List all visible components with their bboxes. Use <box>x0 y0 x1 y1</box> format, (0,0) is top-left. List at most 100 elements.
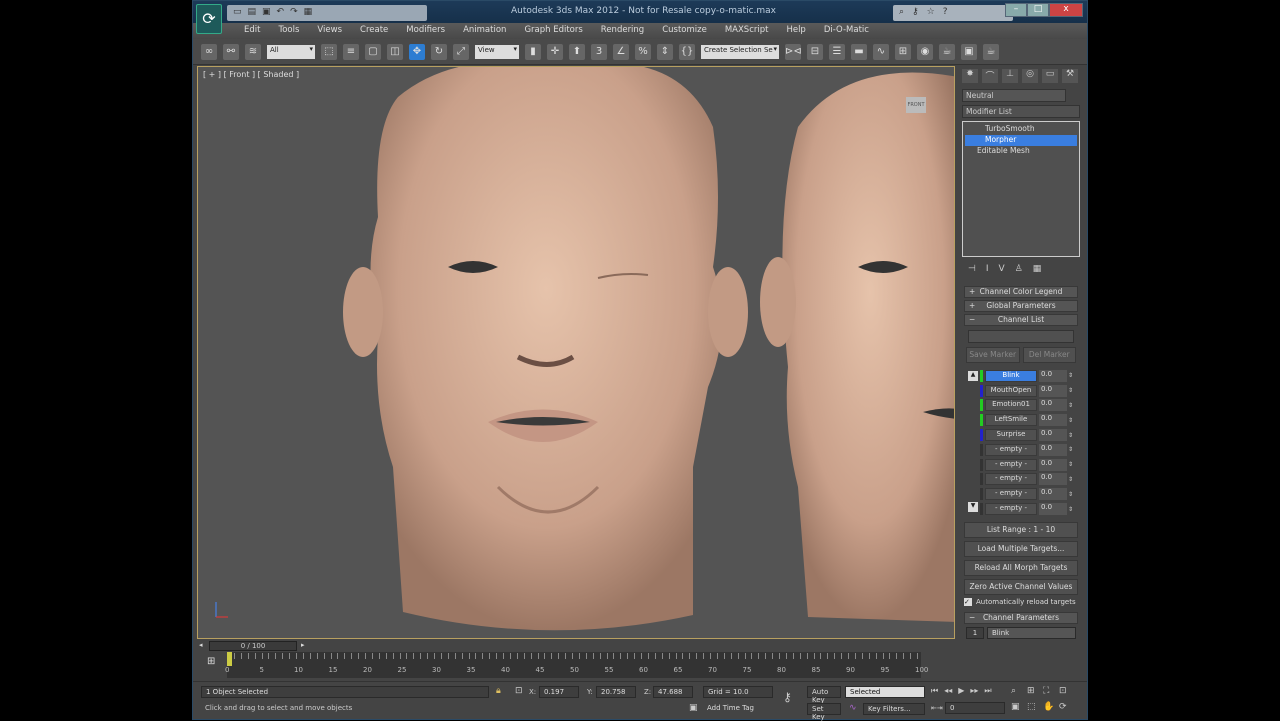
channel-button[interactable]: - empty - <box>985 473 1037 486</box>
reload-all-morph-targets-button[interactable]: Reload All Morph Targets <box>964 559 1078 576</box>
link-icon[interactable]: ∞ <box>201 43 217 60</box>
hierarchy-tab-icon[interactable]: ⊥ <box>1002 69 1018 83</box>
spinner-icon[interactable]: ⇕ <box>1068 446 1074 453</box>
play-icon[interactable]: ▶ <box>958 686 964 696</box>
align-icon[interactable]: ⊟ <box>807 43 823 60</box>
undo-icon[interactable]: ↶ <box>277 7 285 19</box>
modify-tab-icon[interactable]: ⌒ <box>982 69 998 83</box>
project-icon[interactable]: ▦ <box>304 7 313 19</box>
channel-button[interactable]: - empty - <box>985 458 1037 471</box>
time-slider[interactable]: 0 / 100 <box>209 641 297 651</box>
spinner-icon[interactable]: ⇕ <box>1068 402 1074 409</box>
keyboard-shortcut-icon[interactable]: ⬆ <box>569 43 585 60</box>
motion-tab-icon[interactable]: ◎ <box>1022 69 1038 83</box>
layer-manager-icon[interactable]: ☰ <box>829 43 845 60</box>
save-icon[interactable]: ▣ <box>262 7 271 19</box>
channel-value-field[interactable]: 0.0 <box>1039 414 1067 427</box>
channel-value-field[interactable]: 0.0 <box>1039 473 1067 486</box>
marker-dropdown[interactable] <box>968 330 1074 343</box>
ribbon-icon[interactable]: ▬ <box>851 43 867 60</box>
open-icon[interactable]: ▤ <box>248 7 257 19</box>
channel-button[interactable]: - empty - <box>985 443 1037 456</box>
channel-button[interactable]: MouthOpen <box>985 384 1037 397</box>
display-tab-icon[interactable]: ▭ <box>1042 69 1058 83</box>
rollout-channel-color-legend[interactable]: + Channel Color Legend <box>964 286 1078 298</box>
channel-button[interactable]: Emotion01 <box>985 399 1037 412</box>
minimize-button[interactable]: – <box>1005 3 1027 17</box>
channel-value-field[interactable]: 0.0 <box>1039 503 1067 516</box>
set-key-button[interactable]: Set Key <box>807 703 841 721</box>
menu-graph-editors[interactable]: Graph Editors <box>515 23 591 39</box>
binoculars-icon[interactable]: ⌕ <box>899 7 904 19</box>
close-button[interactable]: x <box>1049 3 1083 17</box>
reference-coordinate-dropdown[interactable]: View <box>475 44 519 59</box>
menu-maxscript[interactable]: MAXScript <box>716 23 778 39</box>
zoom-extents-all-icon[interactable]: ⊡ <box>1059 686 1075 696</box>
object-name-field[interactable]: Neutral <box>962 89 1066 102</box>
absolute-mode-icon[interactable]: ⊡ <box>515 686 523 696</box>
spinner-icon[interactable]: ⇕ <box>1068 432 1074 439</box>
orbit-icon[interactable]: ⟳ <box>1059 702 1075 712</box>
snaps-toggle-icon[interactable]: 3 <box>591 43 607 60</box>
menu-edit[interactable]: Edit <box>235 23 269 39</box>
unlink-icon[interactable]: ⚯ <box>223 43 239 60</box>
rollout-channel-parameters[interactable]: − Channel Parameters <box>964 611 1078 624</box>
menu-tools[interactable]: Tools <box>269 23 308 39</box>
scale-icon[interactable]: ⤢ <box>453 43 469 60</box>
lock-icon[interactable]: 🔒︎ <box>496 686 501 696</box>
scroll-up-icon[interactable]: ▲ <box>968 371 978 381</box>
channel-value-field[interactable]: 0.0 <box>1039 429 1067 442</box>
menu-modifiers[interactable]: Modifiers <box>397 23 454 39</box>
menu-animation[interactable]: Animation <box>454 23 515 39</box>
spinner-icon[interactable]: ⇕ <box>1068 372 1074 379</box>
remove-modifier-icon[interactable]: ♙ <box>1015 264 1023 274</box>
spinner-icon[interactable]: ⇕ <box>1068 476 1074 483</box>
scroll-down-icon[interactable]: ▼ <box>968 502 978 512</box>
current-frame-field[interactable]: 0 <box>945 702 1005 714</box>
channel-button[interactable]: Surprise <box>985 429 1037 442</box>
next-frame-arrow-icon[interactable]: ▸ <box>301 641 305 649</box>
manipulate-icon[interactable]: ✛ <box>547 43 563 60</box>
material-editor-icon[interactable]: ◉ <box>917 43 933 60</box>
key-icon[interactable]: ⚷ <box>912 7 919 19</box>
configure-sets-icon[interactable]: ▦ <box>1033 264 1042 274</box>
stack-item-editable-mesh[interactable]: Editable Mesh <box>965 146 1077 157</box>
spinner-icon[interactable]: ⇕ <box>1068 461 1074 468</box>
render-setup-icon[interactable]: ☕ <box>939 43 955 60</box>
spinner-icon[interactable]: ⇕ <box>1068 387 1074 394</box>
go-to-end-icon[interactable]: ⏭ <box>984 686 991 696</box>
x-coordinate-field[interactable]: 0.197 <box>539 686 579 698</box>
channel-value-field[interactable]: 0.0 <box>1039 384 1067 397</box>
z-coordinate-field[interactable]: 47.688 <box>653 686 693 698</box>
make-unique-icon[interactable]: V <box>999 264 1005 274</box>
field-of-view-icon[interactable]: ▣ <box>1011 702 1027 712</box>
channel-number-field[interactable]: 1 <box>966 626 984 639</box>
channel-button[interactable]: LeftSmile <box>985 414 1037 427</box>
go-to-start-icon[interactable]: ⏮ <box>931 686 938 696</box>
add-time-tag-button[interactable]: Add Time Tag <box>703 703 773 715</box>
named-selection-dropdown[interactable]: Create Selection Se <box>701 44 779 59</box>
key-mode-dropdown[interactable]: Selected <box>845 686 925 698</box>
move-icon[interactable]: ✥ <box>409 43 425 60</box>
rotate-icon[interactable]: ↻ <box>431 43 447 60</box>
channel-button[interactable]: - empty - <box>985 503 1037 516</box>
channel-value-field[interactable]: 0.0 <box>1039 488 1067 501</box>
rendered-frame-icon[interactable]: ▣ <box>961 43 977 60</box>
render-icon[interactable]: ☕ <box>983 43 999 60</box>
channel-button[interactable]: Blink <box>985 369 1037 382</box>
rollout-channel-list[interactable]: − Channel List <box>964 314 1078 326</box>
zoom-icon[interactable]: ⌕ <box>1011 686 1027 696</box>
spinner-icon[interactable]: ⇕ <box>1068 491 1074 498</box>
selection-filter-dropdown[interactable]: All <box>267 44 315 59</box>
mirror-icon[interactable]: ⊳⊲ <box>785 43 802 60</box>
redo-icon[interactable]: ↷ <box>290 7 298 19</box>
rollout-global-parameters[interactable]: + Global Parameters <box>964 300 1078 312</box>
channel-value-field[interactable]: 0.0 <box>1039 443 1067 456</box>
stack-item-turbosmooth[interactable]: TurboSmooth <box>965 124 1077 135</box>
channel-name-field[interactable]: Blink <box>987 626 1076 639</box>
curve-editor-icon[interactable]: ∿ <box>873 43 889 60</box>
menu-di-o-matic[interactable]: Di-O-Matic <box>815 23 878 39</box>
new-icon[interactable]: ▭ <box>233 7 242 19</box>
track-bar[interactable]: 0 5 10 15 20 25 30 35 40 45 50 55 60 65 70 75 80 85 90 95 10… <box>225 652 928 678</box>
y-coordinate-field[interactable]: 20.758 <box>596 686 636 698</box>
